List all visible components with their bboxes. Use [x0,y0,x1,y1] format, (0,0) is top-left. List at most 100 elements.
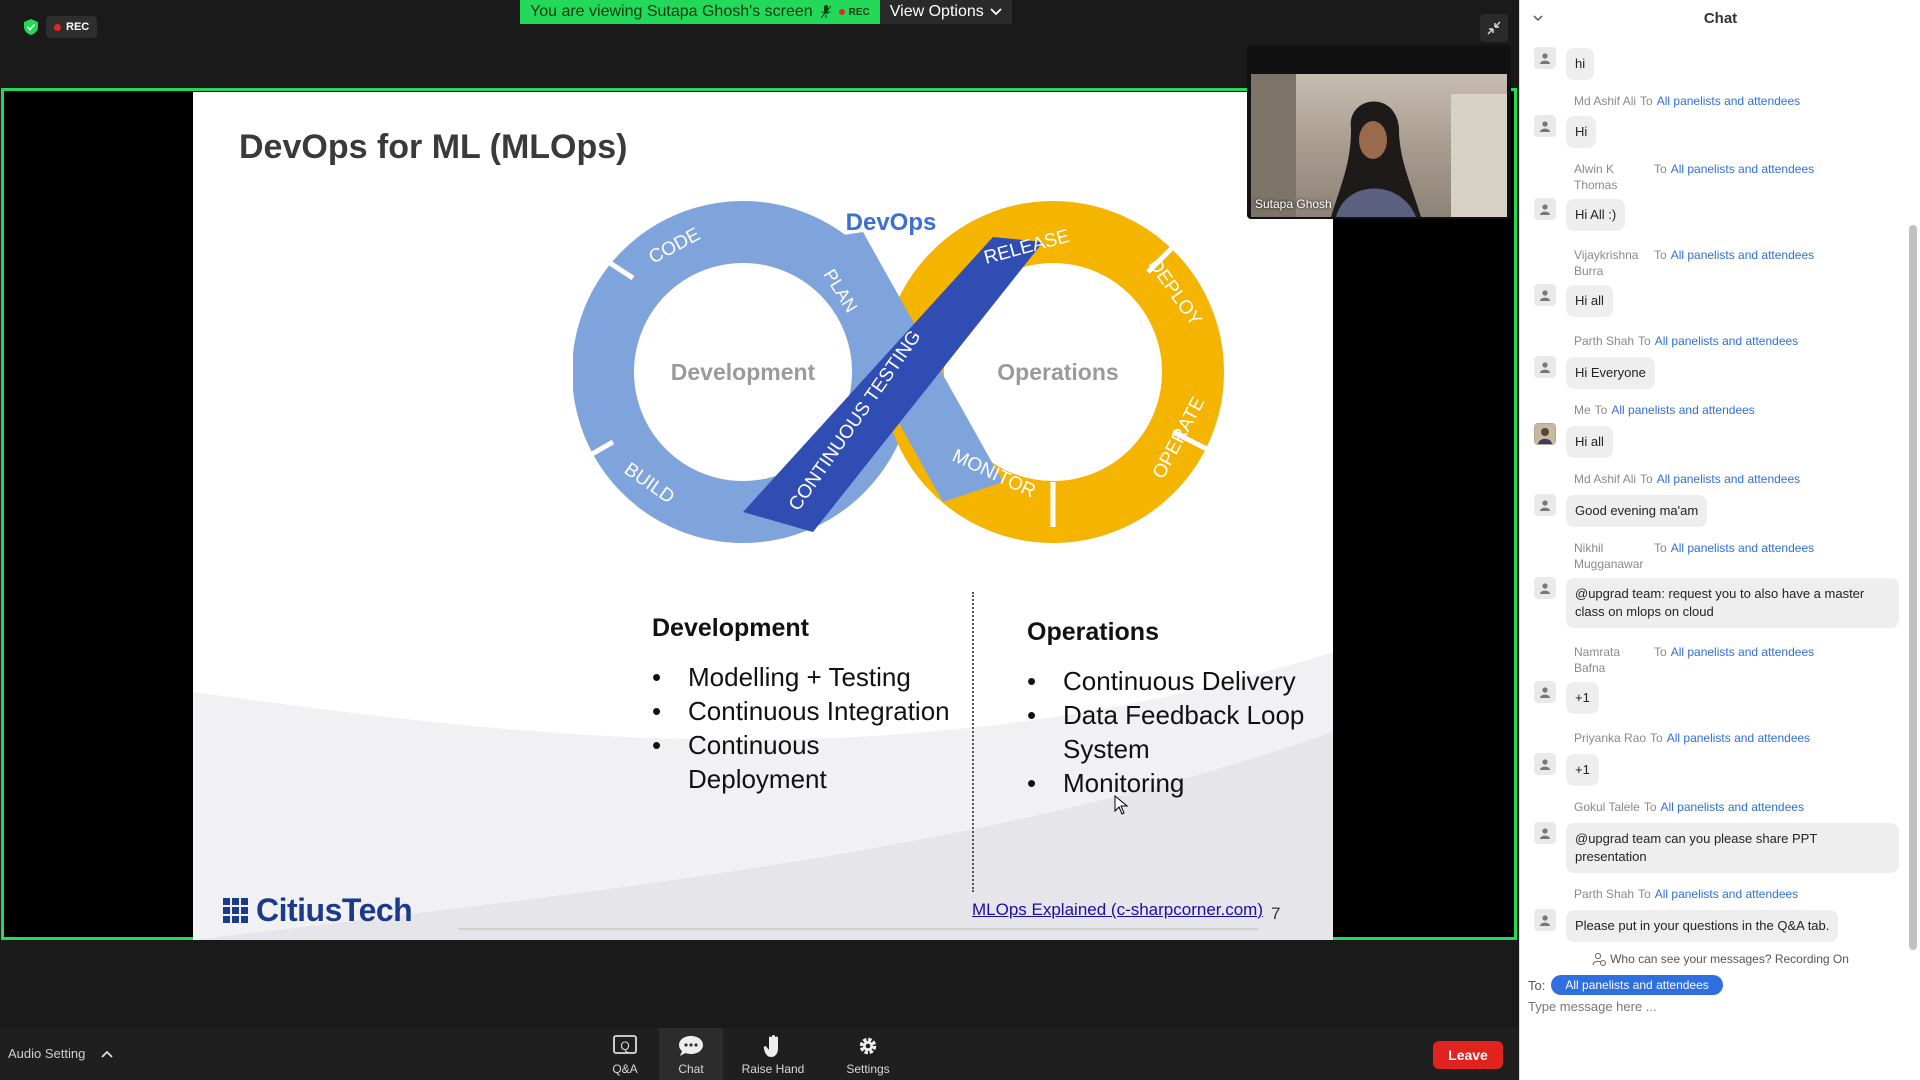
chat-button[interactable]: Chat [659,1028,723,1080]
message-recipient[interactable]: All panelists and attendees [1661,799,1804,815]
mouse-pointer-icon [1114,795,1128,815]
chat-scrollbar[interactable] [1909,225,1917,950]
message-to-word: To [1594,403,1608,417]
user-avatar-icon [1534,909,1556,931]
message-sender: Parth Shah [1574,334,1635,348]
svg-text:Q: Q [620,1039,629,1053]
message-recipient[interactable]: All panelists and attendees [1671,644,1814,676]
message-recipient[interactable]: All panelists and attendees [1611,402,1754,418]
message-recipient[interactable]: All panelists and attendees [1657,471,1800,487]
user-avatar-icon [1534,115,1556,137]
message-to-word: To [1654,162,1667,176]
to-label: To: [1528,977,1546,993]
message-recipient[interactable]: All panelists and attendees [1671,161,1814,193]
diagram-left-label: Development [671,359,816,385]
security-shield-icon[interactable] [24,19,38,35]
chat-title: Chat [1703,9,1738,27]
message-recipient[interactable]: All panelists and attendees [1657,93,1800,109]
raise-hand-button[interactable]: Raise Hand [738,1028,808,1080]
slide-title: DevOps for ML (MLOps) [239,128,628,166]
message-meta: Md Ashif Ali To All panelists and attend… [1574,93,1800,109]
user-avatar-icon [1534,753,1556,775]
user-avatar-icon [1534,47,1556,69]
presentation-slide: DevOps for ML (MLOps) DevOps Development… [193,92,1333,940]
chevron-down-icon[interactable] [1530,10,1546,26]
message-text: hi [1566,48,1595,80]
message-text: Hi All :) [1566,199,1626,231]
message-text: Hi all [1566,426,1613,458]
chat-panel: Chat hi Md Ashif Ali To All panelists an… [1519,0,1920,1080]
devops-infinity-diagram: DevOps Development Operations CODE BUILD… [573,201,1224,543]
viewing-screen-notice: You are viewing Sutapa Ghosh's screen RE… [520,0,880,24]
development-item: Modelling + Testing [652,660,950,694]
message-meta: Md Ashif Ali To All panelists and attend… [1574,471,1800,487]
banner-recording-indicator: REC [838,6,870,18]
operations-list: Continuous Delivery Data Feedback Loop S… [1027,664,1304,800]
recording-label: REC [66,21,90,33]
message-sender: Nikhil Mugganawar [1574,541,1644,571]
message-sender: Md Ashif Ali [1574,94,1637,108]
message-meta: Namrata Bafna To All panelists and atten… [1574,644,1814,676]
message-text: @upgrad team can you please share PPT pr… [1566,823,1899,873]
user-avatar-icon [1534,577,1556,599]
development-item-continuation: Deployment [688,764,827,794]
message-input[interactable] [1528,994,1913,1018]
message-recipient[interactable]: All panelists and attendees [1671,247,1814,279]
mic-off-icon [820,5,831,19]
message-sender: Vijaykrishna Burra [1574,248,1639,278]
operations-item: Continuous Delivery [1027,664,1304,698]
operations-item: Data Feedback Loop [1027,698,1304,732]
audio-setting-button[interactable]: Audio Setting [8,1046,113,1061]
logo-grid-icon [223,898,248,923]
chevron-down-icon [990,8,1002,16]
view-options-button[interactable]: View Options [879,0,1012,24]
operations-heading: Operations [1027,618,1159,646]
message-to-word: To [1640,94,1653,108]
message-text: Good evening ma'am [1566,495,1708,527]
user-avatar-icon [1534,284,1556,306]
diagram-right-label: Operations [997,359,1118,385]
leave-button[interactable]: Leave [1433,1041,1503,1069]
message-recipient[interactable]: All panelists and attendees [1671,540,1814,572]
citiustech-logo: CitiusTech [223,892,413,929]
settings-button[interactable]: Settings [839,1028,897,1080]
message-to-word: To [1654,541,1667,555]
development-item: Continuous [652,728,950,762]
qa-label: Q&A [612,1062,638,1076]
banner-recording-label: REC [848,6,870,18]
recipient-row: To: All panelists and attendees [1528,975,1723,995]
chat-message-list[interactable]: hi Md Ashif Ali To All panelists and att… [1520,36,1911,946]
message-to-word: To [1650,731,1663,745]
message-to-word: To [1638,887,1651,901]
recording-dot-icon [54,23,61,31]
message-meta: Priyanka Rao To All panelists and attend… [1574,730,1810,746]
meeting-area: REC You are viewing Sutapa Ghosh's scree… [0,0,1519,1080]
logo-text: CitiusTech [256,892,413,928]
recipient-select[interactable]: All panelists and attendees [1551,975,1723,995]
message-sender: Alwin K Thomas [1574,162,1618,192]
message-to-word: To [1643,800,1657,814]
zoom-webinar-window: REC You are viewing Sutapa Ghosh's scree… [0,0,1920,1080]
settings-label: Settings [846,1062,890,1076]
message-recipient[interactable]: All panelists and attendees [1667,730,1810,746]
message-meta: Nikhil Mugganawar To All panelists and a… [1574,540,1814,572]
chevron-up-icon [101,1050,113,1058]
qa-button[interactable]: Q Q&A [605,1028,645,1080]
slide-number: 7 [1271,904,1281,923]
user-avatar-icon [1534,822,1556,844]
message-recipient[interactable]: All panelists and attendees [1655,886,1798,902]
message-to-word: To [1640,472,1653,486]
development-item: Continuous Integration [652,694,950,728]
person-info-icon [1592,952,1607,966]
message-recipient[interactable]: All panelists and attendees [1655,333,1798,349]
message-sender: Gokul Talele [1574,800,1640,814]
meeting-toolbar: Audio Setting Q Q&A Chat Raise Hand Sett… [0,1028,1519,1080]
audio-setting-label: Audio Setting [8,1046,86,1061]
message-privacy-note[interactable]: Who can see your messages? Recording On [1520,952,1920,966]
privacy-note-text: Who can see your messages? Recording On [1610,952,1849,966]
active-speaker-video[interactable]: Sutapa Ghosh [1247,45,1511,219]
mlops-explained-link[interactable]: MLOps Explained (c-sharpcorner.com) [972,900,1263,920]
recording-indicator[interactable]: REC [46,16,98,38]
exit-fullscreen-button[interactable] [1480,14,1508,42]
view-options-label: View Options [889,3,984,20]
